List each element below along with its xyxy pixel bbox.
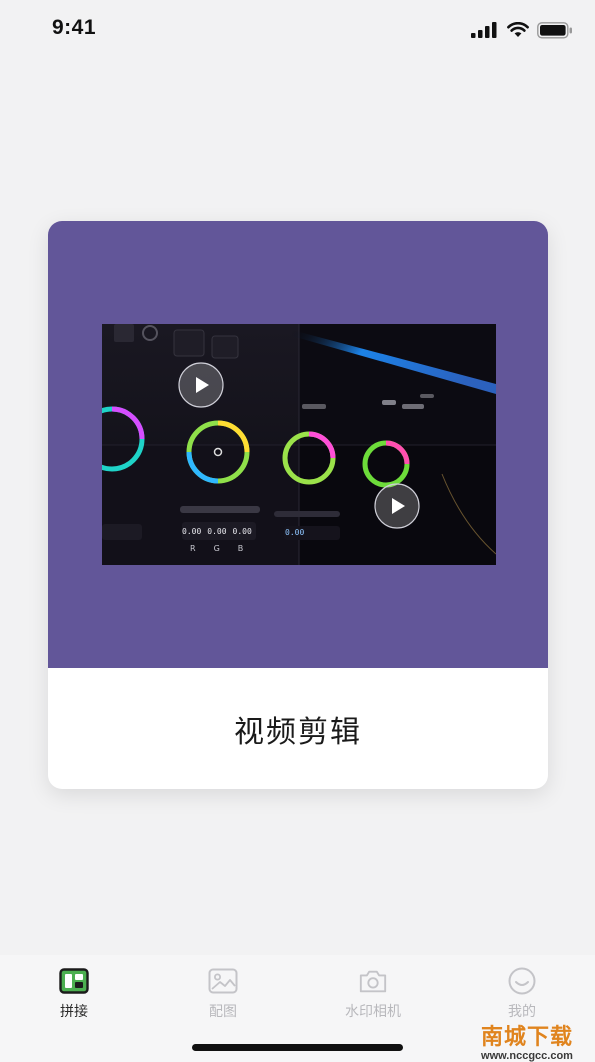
wheel-value-label: 0.00 [207, 527, 227, 536]
tab-label: 拼接 [60, 1004, 88, 1020]
tab-label: 我的 [508, 1004, 536, 1020]
site-watermark: 南城下载 www.nccgcc.com [471, 1026, 583, 1062]
channel-label-r: R [190, 544, 196, 553]
cellular-signal-icon [471, 22, 499, 38]
tab-image[interactable]: 配图 [163, 967, 283, 1029]
status-icons [471, 20, 573, 40]
camera-icon [358, 967, 388, 995]
home-indicator [192, 1044, 403, 1051]
channel-label-b: B [237, 544, 244, 553]
tab-label: 配图 [209, 1004, 237, 1020]
smile-face-icon [507, 967, 537, 995]
watermark-logo: 南城下载 [480, 1025, 573, 1050]
wifi-icon [507, 22, 529, 38]
status-bar: 9:41 [0, 0, 595, 60]
wheel-value-label: 0.00 [182, 527, 202, 536]
battery-icon [537, 21, 573, 39]
video-edit-card[interactable]: 0.00 0.00 0.00 0.00 R G B 视频剪辑 [48, 221, 548, 789]
tab-collage[interactable]: 拼接 [14, 967, 134, 1029]
channel-labels: R G B [190, 544, 243, 553]
card-title: 视频剪辑 [234, 714, 362, 750]
video-preview-image: 0.00 0.00 0.00 0.00 R G B [102, 324, 496, 565]
wheel-value-label: 0.00 [285, 528, 305, 537]
wheel-value-label: 0.00 [232, 527, 252, 536]
image-icon [208, 967, 238, 995]
watermark-url: www.nccgcc.com [481, 1050, 573, 1062]
tab-label: 水印相机 [345, 1004, 401, 1020]
card-banner: 0.00 0.00 0.00 0.00 R G B [48, 221, 548, 668]
tab-mine[interactable]: 我的 [462, 967, 582, 1029]
collage-icon [59, 967, 89, 995]
channel-label-g: G [213, 544, 220, 553]
status-time: 9:41 [52, 16, 97, 39]
wheel-value-readouts: 0.00 0.00 0.00 [182, 527, 252, 536]
tab-watermark-camera[interactable]: 水印相机 [313, 967, 433, 1029]
